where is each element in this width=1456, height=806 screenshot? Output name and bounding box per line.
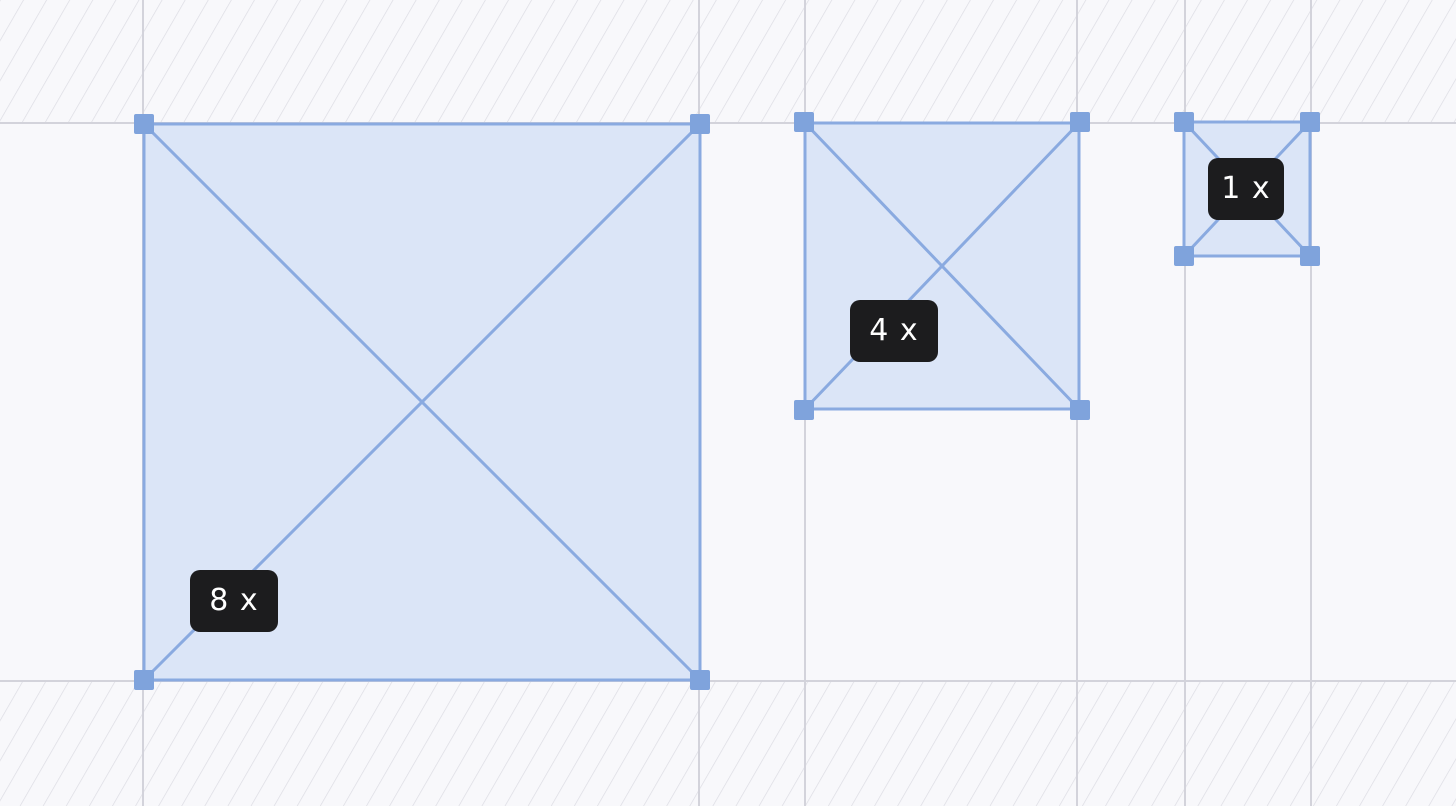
canvas: 8 x 4 x 1 x: [0, 0, 1456, 806]
scale-badge-4x: 4 x: [850, 300, 938, 362]
resize-handle-top-left[interactable]: [794, 112, 814, 132]
resize-handle-top-left[interactable]: [1174, 112, 1194, 132]
diagram-canvas: [0, 0, 1456, 806]
resize-handle-top-right[interactable]: [1300, 112, 1320, 132]
resize-handle-bottom-right[interactable]: [1300, 246, 1320, 266]
resize-handle-bottom-left[interactable]: [134, 670, 154, 690]
top-hatch-margin: [0, 0, 1456, 123]
resize-handle-top-left[interactable]: [134, 114, 154, 134]
resize-handle-bottom-right[interactable]: [1070, 400, 1090, 420]
bottom-hatch-margin: [0, 681, 1456, 806]
resize-handle-bottom-left[interactable]: [1174, 246, 1194, 266]
resize-handle-top-right[interactable]: [1070, 112, 1090, 132]
frame-4x[interactable]: [794, 112, 1090, 420]
scale-badge-1x: 1 x: [1208, 158, 1284, 220]
resize-handle-bottom-left[interactable]: [794, 400, 814, 420]
resize-handle-bottom-right[interactable]: [690, 670, 710, 690]
scale-badge-8x: 8 x: [190, 570, 278, 632]
resize-handle-top-right[interactable]: [690, 114, 710, 134]
